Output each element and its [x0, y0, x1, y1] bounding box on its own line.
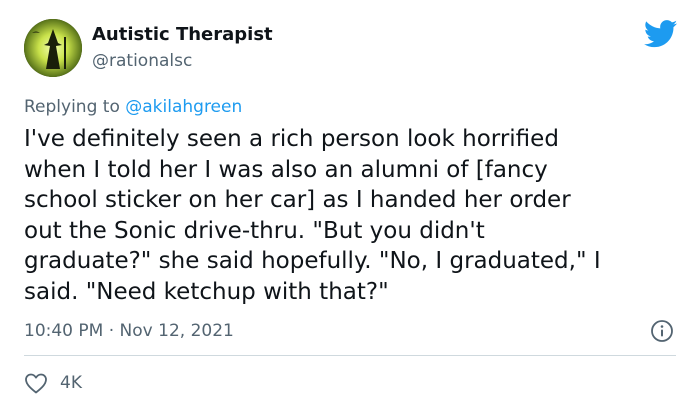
twitter-bird-icon[interactable] — [644, 20, 678, 48]
tweet-text-line: out the Sonic drive-thru. "But you didn'… — [24, 217, 485, 244]
info-icon[interactable] — [650, 319, 674, 343]
tweet-text-line: when I told her I was also an alumni of … — [24, 156, 548, 183]
reply-prefix: Replying to — [24, 97, 126, 117]
reply-mention-link[interactable]: @akilahgreen — [125, 97, 242, 117]
tweet-date[interactable]: Nov 12, 2021 — [120, 321, 234, 341]
meta-separator: · — [108, 321, 115, 341]
tweet-text-line: said. "Need ketchup with that?" — [24, 278, 389, 305]
author-handle[interactable]: @rationalsc — [92, 51, 192, 71]
tweet-time[interactable]: 10:40 PM — [24, 321, 103, 341]
tweet-text-line: graduate?" she said hopefully. "No, I gr… — [24, 248, 601, 274]
like-button[interactable]: 4K — [24, 370, 82, 396]
reply-context: Replying to @akilahgreen — [24, 96, 242, 118]
tweet-text: I've definitely seen a rich person look … — [24, 124, 674, 307]
avatar[interactable] — [24, 19, 82, 77]
tweet-timestamp[interactable]: 10:40 PM · Nov 12, 2021 — [24, 320, 234, 342]
tweet-card: Autistic Therapist @rationalsc Replying … — [0, 0, 700, 410]
divider — [24, 355, 676, 356]
tweet-text-line: I've definitely seen a rich person look … — [24, 126, 559, 152]
like-count: 4K — [60, 373, 82, 393]
tweet-text-line: school sticker on her car] as I handed h… — [24, 187, 571, 213]
author-name[interactable]: Autistic Therapist — [92, 24, 273, 46]
witch-silhouette-icon — [24, 19, 82, 77]
heart-icon[interactable] — [24, 372, 48, 394]
